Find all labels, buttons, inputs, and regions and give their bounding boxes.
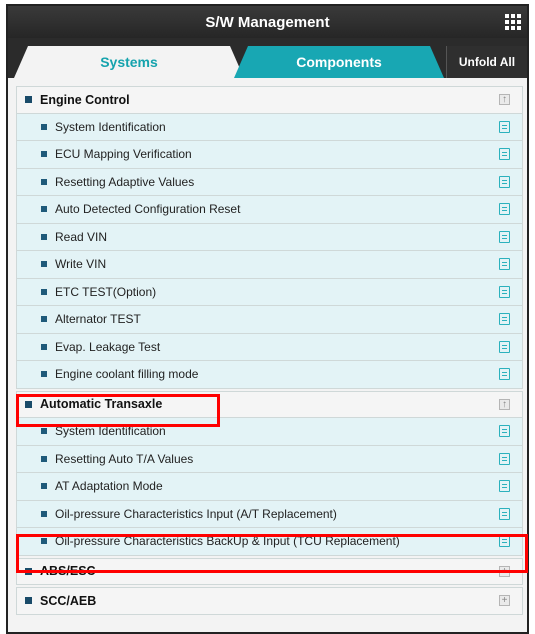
document-icon[interactable] [499, 425, 510, 437]
unfold-all-button[interactable]: Unfold All [446, 46, 527, 78]
document-icon[interactable] [499, 285, 510, 298]
bullet-icon [41, 428, 47, 435]
tab-systems[interactable]: Systems [14, 46, 244, 78]
list-item[interactable]: Auto Detected Configuration Reset [16, 196, 523, 224]
bullet-icon [41, 233, 47, 240]
bullet-icon [41, 538, 47, 545]
document-icon[interactable] [499, 507, 510, 520]
list-item[interactable]: Alternator TEST [16, 306, 523, 334]
document-icon[interactable] [499, 120, 510, 133]
section-title: SCC/AEB [40, 593, 97, 608]
list-item[interactable]: Read VIN [16, 223, 523, 251]
bullet-icon [41, 510, 47, 517]
expand-icon[interactable]: + [499, 565, 510, 577]
document-icon[interactable] [499, 258, 510, 270]
item-label: AT Adaptation Mode [55, 479, 163, 494]
bullet-icon [25, 96, 32, 104]
document-icon[interactable] [499, 535, 510, 547]
document-icon[interactable] [499, 175, 510, 188]
list-item[interactable]: Evap. Leakage Test [16, 333, 523, 361]
bullet-icon [41, 343, 47, 350]
item-label: Oil-pressure Characteristics Input (A/T … [55, 506, 337, 521]
collapse-icon[interactable]: ↑ [499, 94, 510, 105]
bullet-icon [41, 483, 47, 490]
item-label: Engine coolant filling mode [55, 367, 199, 382]
item-label: ECU Mapping Verification [55, 147, 192, 162]
document-icon[interactable] [499, 230, 510, 243]
item-label: Write VIN [55, 257, 107, 272]
bullet-icon [25, 400, 32, 408]
tab-components[interactable]: Components [234, 46, 444, 78]
collapse-icon[interactable]: ↑ [499, 398, 510, 410]
bullet-icon [41, 316, 47, 323]
list-item[interactable]: System Identification [16, 418, 523, 446]
bullet-icon [41, 455, 47, 462]
bullet-icon [25, 567, 32, 575]
section-header[interactable]: ABS/ESC + [16, 557, 523, 585]
item-label: Read VIN [55, 229, 108, 244]
sw-management-window: S/W Management Systems Components Unfold… [6, 4, 529, 634]
section-header[interactable]: Engine Control ↑ [16, 86, 523, 114]
item-label: System Identification [55, 424, 166, 439]
bullet-icon [25, 597, 32, 605]
expand-icon[interactable]: + [499, 595, 510, 606]
item-label: Alternator TEST [55, 312, 141, 327]
bullet-icon [41, 178, 47, 185]
bullet-icon [41, 288, 47, 295]
list-item[interactable]: ETC TEST(Option) [16, 278, 523, 306]
section-title: Automatic Transaxle [40, 397, 163, 412]
bullet-icon [41, 261, 47, 268]
item-label: System Identification [55, 119, 166, 134]
list-item[interactable]: Oil-pressure Characteristics Input (A/T … [16, 500, 523, 528]
bullet-icon [41, 206, 47, 213]
title-bar: S/W Management [8, 6, 527, 38]
page-title: S/W Management [205, 13, 330, 31]
bullet-icon [41, 151, 47, 158]
item-label: Evap. Leakage Test [55, 339, 161, 354]
list-item[interactable]: Resetting Auto T/A Values [16, 445, 523, 473]
document-icon[interactable] [499, 313, 510, 325]
unfold-all-label: Unfold All [458, 55, 516, 69]
list-item[interactable]: ECU Mapping Verification [16, 141, 523, 169]
item-label: Auto Detected Configuration Reset [55, 202, 241, 217]
item-label: ETC TEST(Option) [55, 284, 157, 299]
document-icon[interactable] [499, 203, 510, 215]
document-icon[interactable] [499, 452, 510, 465]
section-title: ABS/ESC [40, 564, 96, 579]
tab-bar: Systems Components Unfold All [8, 38, 527, 78]
bullet-icon [41, 123, 47, 130]
list-item[interactable]: Write VIN [16, 251, 523, 279]
list-item[interactable]: AT Adaptation Mode [16, 473, 523, 501]
item-label: Resetting Auto T/A Values [55, 451, 194, 466]
document-icon[interactable] [499, 368, 510, 380]
grid-menu-icon[interactable] [505, 14, 521, 30]
list-item[interactable]: Oil-pressure Characteristics BackUp & In… [16, 528, 523, 556]
list-item[interactable]: System Identification [16, 113, 523, 141]
document-icon[interactable] [499, 480, 510, 492]
list-item[interactable]: Engine coolant filling mode [16, 361, 523, 389]
system-list: Engine Control ↑ System Identification ECU … [16, 86, 523, 615]
document-icon[interactable] [499, 148, 510, 160]
section-header[interactable]: SCC/AEB + [16, 587, 523, 615]
list-item[interactable]: Resetting Adaptive Values [16, 168, 523, 196]
section-title: Engine Control [40, 92, 130, 107]
tab-components-label: Components [296, 54, 382, 70]
bullet-icon [41, 371, 47, 378]
section-header[interactable]: Automatic Transaxle ↑ [16, 390, 523, 418]
item-label: Resetting Adaptive Values [55, 174, 195, 189]
item-label: Oil-pressure Characteristics BackUp & In… [55, 534, 400, 549]
tab-systems-label: Systems [100, 54, 158, 70]
document-icon[interactable] [499, 340, 510, 353]
